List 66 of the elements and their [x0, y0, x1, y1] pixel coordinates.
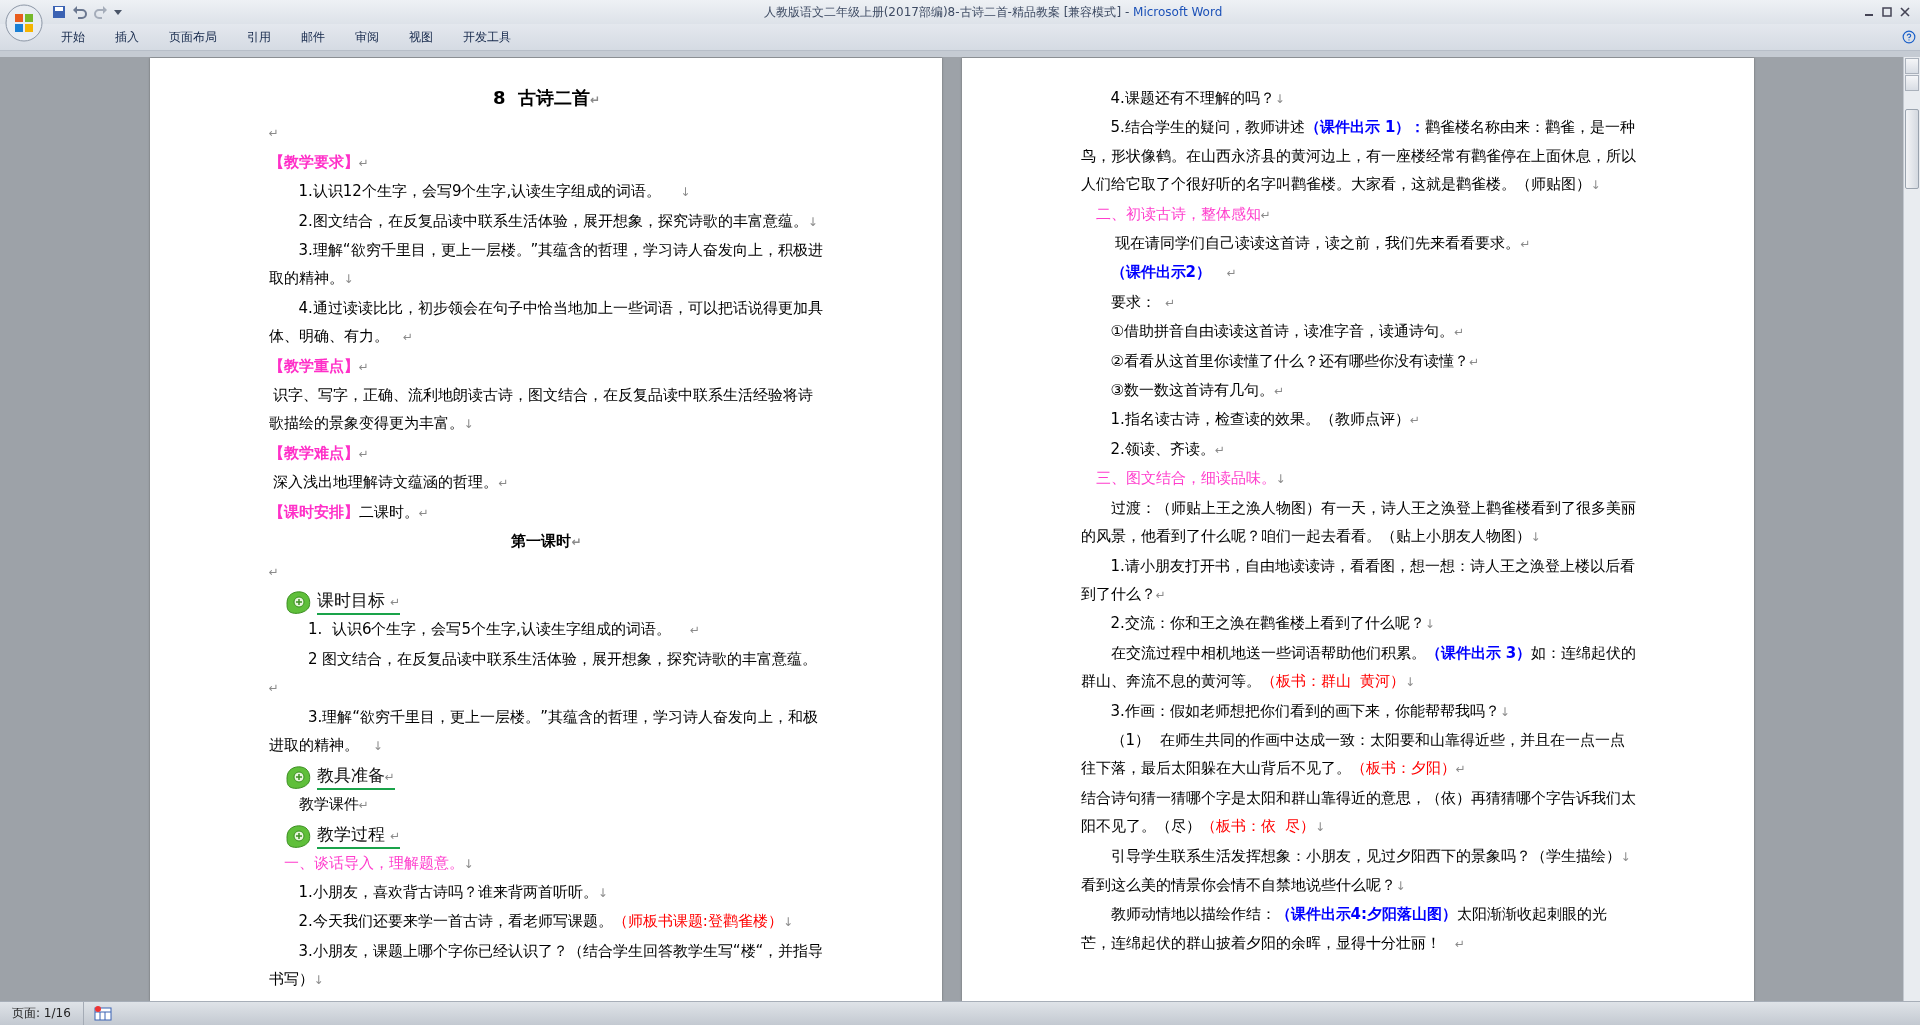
paragraph: 【课时安排】二课时。↵ [268, 501, 430, 523]
paragraph: （课件出示2） ↵ [1109, 262, 1238, 284]
scrollbar[interactable] [1903, 57, 1920, 1001]
undo-icon[interactable] [72, 5, 88, 19]
paragraph-mark: ↵ [268, 125, 280, 143]
paragraph: 3.理解“欲穷千里目，更上一层楼。”其蕴含的哲理，学习诗人奋发向上，积极进取的精神。↓ [268, 240, 825, 290]
section-heading: 二、初读古诗，整体感知↵ [1094, 203, 1272, 225]
paragraph: 现在请同学们自己读读这首诗，读之前，我们先来看看要求。↵ [1114, 233, 1532, 255]
paragraph: 1.指名读古诗，检查读的效果。（教师点评）↵ [1109, 409, 1421, 431]
paragraph: （1） 在师生共同的作画中达成一致：太阳要和山靠得近些，并且在一点一点往下落，最后太阳躲在大山背后不见了。（板书：夕阳）↵ [1080, 729, 1626, 780]
maximize-icon[interactable] [1882, 7, 1892, 17]
close-icon[interactable] [1900, 7, 1910, 17]
paragraph: 2 图文结合，在反复品读中联系生活体验，展开想象，探究诗歌的丰富意蕴。 ↵ [268, 648, 819, 698]
section-heading: 教学过程 ↵ [316, 822, 400, 849]
save-icon[interactable] [52, 5, 66, 19]
paragraph: 深入浅出地理解诗文蕴涵的哲理。↵ [272, 472, 510, 494]
paragraph: 1.认识12个生字，会写9个生字,认读生字组成的词语。 ↓ [297, 181, 692, 203]
layout-icon[interactable] [93, 1006, 112, 1021]
paragraph: 过渡：（师贴上王之涣人物图）有一天，诗人王之涣登上鹳雀楼看到了很多美丽的风景，他看到了什么呢？咱们一起去看看。（贴上小朋友人物图）↓ [1080, 497, 1637, 548]
paragraph: 3.理解“欲穷千里目，更上一层楼。”其蕴含的哲理，学习诗人奋发向上，和极进取的精神。 ↓ [268, 706, 819, 756]
paragraph: 3.作画：假如老师想把你们看到的画下来，你能帮帮我吗？↓ [1109, 700, 1511, 722]
paragraph: 要求： ↵ [1109, 291, 1177, 313]
paragraph: 1.小朋友，喜欢背古诗吗？谁来背两首听听。↓ [297, 881, 609, 903]
paragraph: 4.课题还有不理解的吗？↓ [1109, 88, 1286, 109]
ribbon-tab[interactable]: 审阅 [344, 25, 390, 49]
ribbon-tab[interactable]: 视图 [398, 25, 444, 49]
paragraph: 2.今天我们还要来学一首古诗，看老师写课题。（师板书课题:登鹳雀楼）↓ [297, 911, 794, 933]
paragraph: 1. 认识6个生字，会写5个生字,认读生字组成的词语。 ↵ [307, 619, 701, 641]
paragraph: 4.通过读读比比，初步领会在句子中恰当地加上一些词语，可以把话说得更加具体、明确、有力。 ↵ [268, 297, 824, 348]
paragraph: 【教学要求】↵ [268, 151, 370, 173]
ribbon-tab[interactable]: 邮件 [290, 25, 336, 49]
page-counter: 页面: 1/16 [0, 1002, 84, 1025]
window-title: 人教版语文二年级上册(2017部编)8-古诗二首-精品教案 [兼容模式] - [763, 4, 1131, 19]
paragraph: 教学课件↵ [297, 793, 370, 815]
app-name: Microsoft Word [1133, 4, 1223, 19]
ribbon-tab[interactable]: 插入 [104, 25, 150, 49]
paragraph: 结合诗句猜一猜哪个字是太阳和群山靠得近的意思，（依）再猜猜哪个字告诉我们太阳不见了。（尽）（板书：依 尽）↓ [1080, 787, 1637, 838]
paragraph: 5.结合学生的疑问，教师讲述（课件出示 1）：鹳雀楼名称由来：鹳雀，是一种鸟，形状像鹤。在山西永济县的黄河边上，有一座楼经常有鹳雀停在上面休息，所以人们给它取了个很好听的名字叫鹳雀楼。大家看，这就是鹳雀楼。（师贴图）↓ [1080, 117, 1637, 196]
paragraph: 在交流过程中相机地送一些词语帮助他们积累。（课件出示 3）如：连绵起伏的群山、奔流不息的黄河等。（板书：群山 黄河）↓ [1080, 642, 1637, 693]
section-heading: 教具准备↵ [316, 763, 395, 790]
paragraph: 2.领读、齐读。↵ [1109, 438, 1226, 460]
paragraph: 2.交流：你和王之涣在鹳雀楼上看到了什么呢？↓ [1109, 613, 1436, 635]
ribbon-tab[interactable]: 开始 [50, 25, 96, 49]
paragraph: 教师动情地以描绘作结：（课件出示4:夕阳落山图）太阳渐渐收起刺眼的光芒，连绵起伏的群山披着夕阳的余晖，显得十分壮丽！ ↵ [1080, 904, 1608, 954]
paragraph: 2.图文结合，在反复品读中联系生活体验，展开想象，探究诗歌的丰富意蕴。↓ [297, 210, 819, 232]
paragraph: 引导学生联系生活发挥想象：小朋友，见过夕阳西下的景象吗？（学生描绘）↓ [1109, 845, 1632, 867]
paragraph: 识字、写字，正确、流利地朗读古诗，图文结合，在反复品读中联系生活经验将诗歌描绘的景象变得更为丰富。↓ [268, 385, 815, 435]
paragraph: ③数一数这首诗有几句。↵ [1109, 380, 1285, 402]
section-heading: 课时目标 ↵ [316, 589, 400, 616]
paragraph: ①借助拼音自由读读这首诗，读准字音，读通诗句。↵ [1109, 321, 1465, 343]
ribbon-tab[interactable]: 引用 [236, 25, 282, 49]
paragraph-mark: ↵ [268, 563, 280, 581]
lesson-heading: 第一课时↵ [510, 531, 583, 553]
section-heading: 三、图文结合，细读品味。↓ [1094, 468, 1287, 490]
paragraph: 看到这么美的情景你会情不自禁地说些什么呢？↓ [1080, 874, 1407, 896]
paragraph: 3.小朋友，课题上哪个字你已经认识了？（结合学生回答教学生写“楼“，并指导书写）↓ [268, 940, 825, 991]
document-title: 8 古诗二首↵ [491, 86, 602, 110]
dropdown-icon[interactable] [114, 8, 122, 16]
paragraph: 【教学重点】↵ [268, 355, 370, 377]
help-icon[interactable] [1902, 30, 1916, 44]
paragraph: 1.请小朋友打开书，自由地读读诗，看看图，想一想：诗人王之涣登上楼以后看到了什么？↵ [1080, 555, 1636, 605]
ribbon-tab[interactable]: 页面布局 [158, 25, 228, 49]
paragraph: 【教学难点】↵ [268, 442, 370, 464]
ribbon-tab[interactable]: 开发工具 [452, 25, 522, 49]
paragraph: ②看看从这首里你读懂了什么？还有哪些你没有读懂？↵ [1109, 350, 1480, 372]
section-heading: 一、谈话导入，理解题意。↓ [282, 852, 475, 874]
